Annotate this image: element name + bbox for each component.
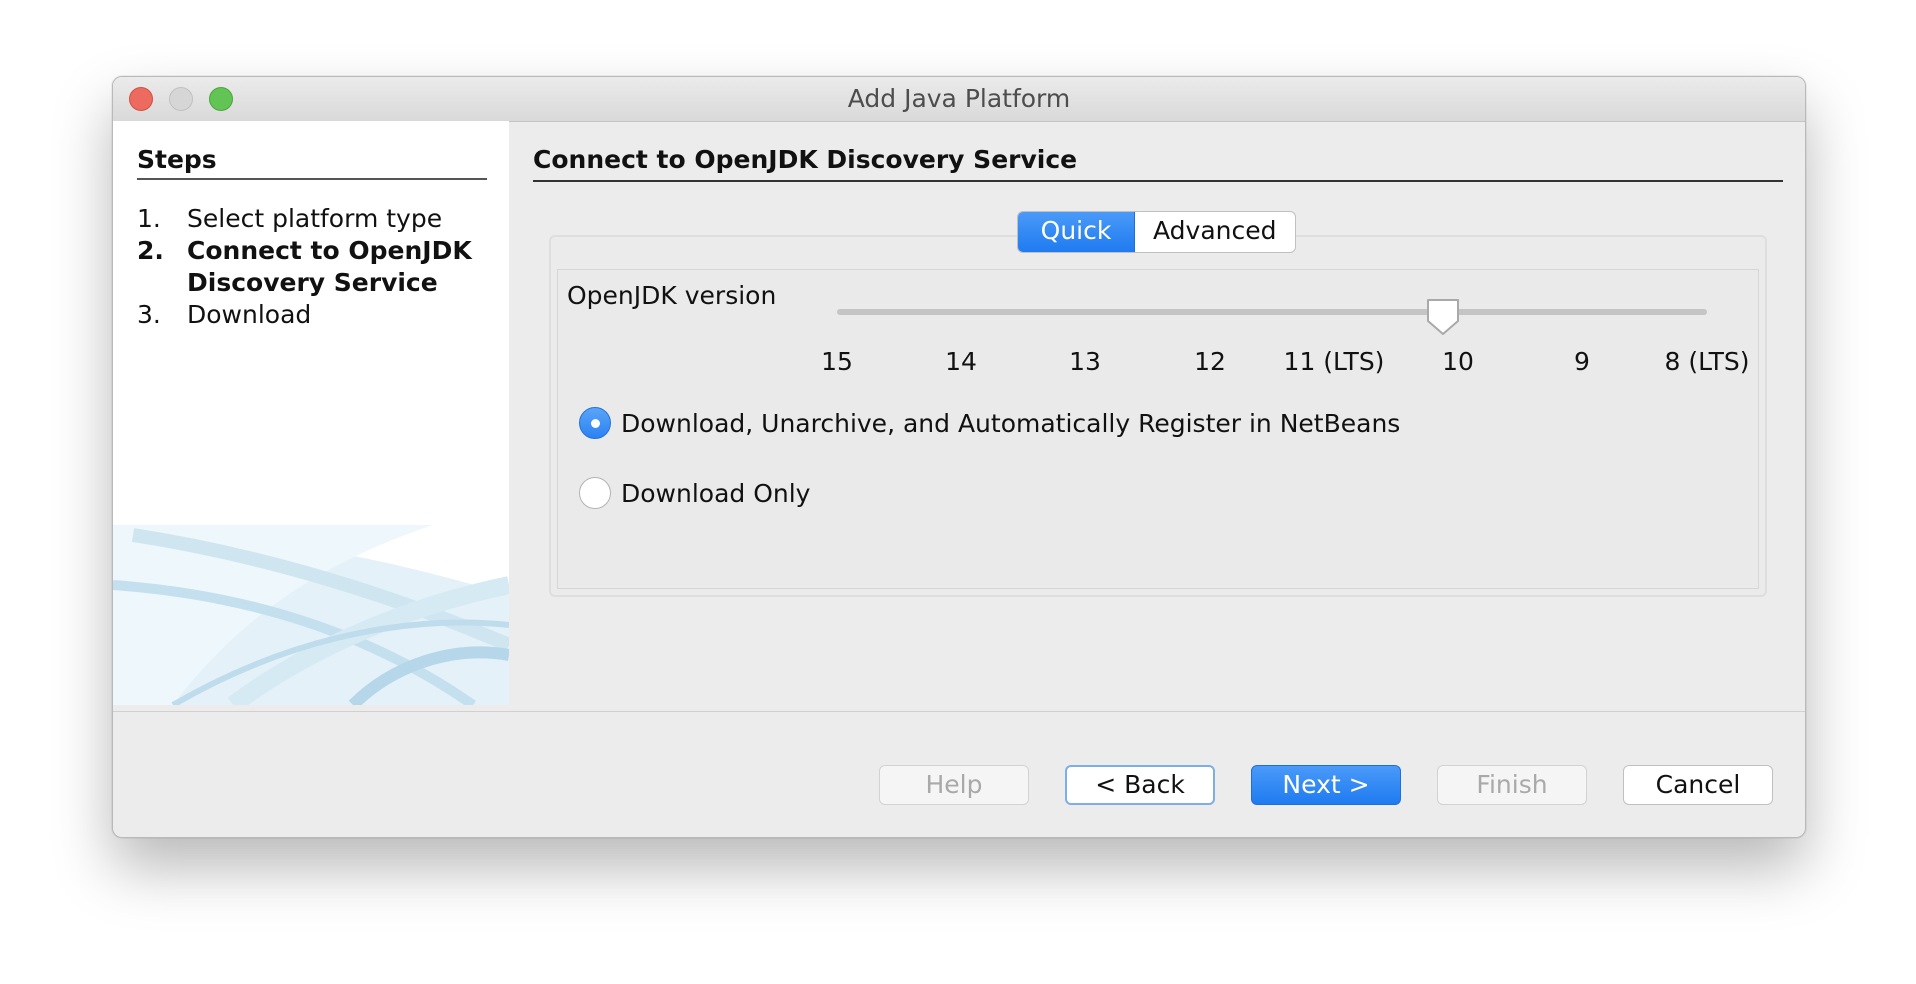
radio-selected-icon[interactable]: [579, 407, 611, 439]
add-java-platform-dialog: Add Java Platform Steps 1. Select platfo…: [112, 76, 1806, 838]
step-number: 1.: [137, 204, 161, 233]
title-bar: Add Java Platform: [113, 77, 1805, 122]
step-label: Select platform type: [187, 204, 443, 233]
finish-button[interactable]: Finish: [1437, 765, 1587, 805]
step-list: 1. Select platform type 2. Connect to Op…: [137, 203, 497, 331]
slider-tick-label: 9: [1574, 347, 1590, 376]
option-download-only[interactable]: Download Only: [579, 477, 810, 509]
tab-quick[interactable]: Quick: [1018, 212, 1135, 252]
step-item: 1. Select platform type: [137, 203, 497, 235]
option-label: Download Only: [621, 478, 811, 508]
decorative-swoosh-graphic: [113, 525, 509, 705]
steps-heading: Steps: [137, 145, 487, 180]
step-label: Connect to OpenJDK Discovery Service: [187, 236, 472, 297]
back-button[interactable]: < Back: [1065, 765, 1215, 805]
version-slider-thumb[interactable]: [1425, 297, 1461, 337]
tab-switcher: Quick Advanced: [1017, 211, 1296, 253]
slider-tick-label: 8 (LTS): [1664, 347, 1750, 376]
slider-tick-label: 12: [1194, 347, 1226, 376]
version-slider-track[interactable]: [837, 309, 1707, 315]
window-title: Add Java Platform: [847, 84, 1071, 113]
step-item: 3. Download: [137, 299, 497, 331]
step-label: Download: [187, 300, 312, 329]
option-label: Download, Unarchive, and Automatically R…: [621, 408, 1401, 438]
tab-advanced[interactable]: Advanced: [1135, 212, 1295, 252]
option-download-register[interactable]: Download, Unarchive, and Automatically R…: [579, 407, 1400, 439]
slider-tick-label: 10: [1442, 347, 1474, 376]
footer-divider: [113, 711, 1805, 712]
next-button[interactable]: Next >: [1251, 765, 1401, 805]
slider-tick-label: 11 (LTS): [1283, 347, 1385, 376]
slider-tick-label: 13: [1069, 347, 1101, 376]
openjdk-version-label: OpenJDK version: [567, 281, 777, 310]
steps-panel: Steps 1. Select platform type 2. Connect…: [113, 121, 509, 705]
slider-tick-label: 14: [945, 347, 977, 376]
step-item-current: 2. Connect to OpenJDK Discovery Service: [137, 235, 497, 299]
help-button[interactable]: Help: [879, 765, 1029, 805]
slider-tick-label: 15: [821, 347, 853, 376]
cancel-button[interactable]: Cancel: [1623, 765, 1773, 805]
page-title: Connect to OpenJDK Discovery Service: [533, 145, 1783, 182]
step-number: 3.: [137, 300, 161, 329]
step-number: 2.: [137, 236, 164, 265]
radio-unselected-icon[interactable]: [579, 477, 611, 509]
